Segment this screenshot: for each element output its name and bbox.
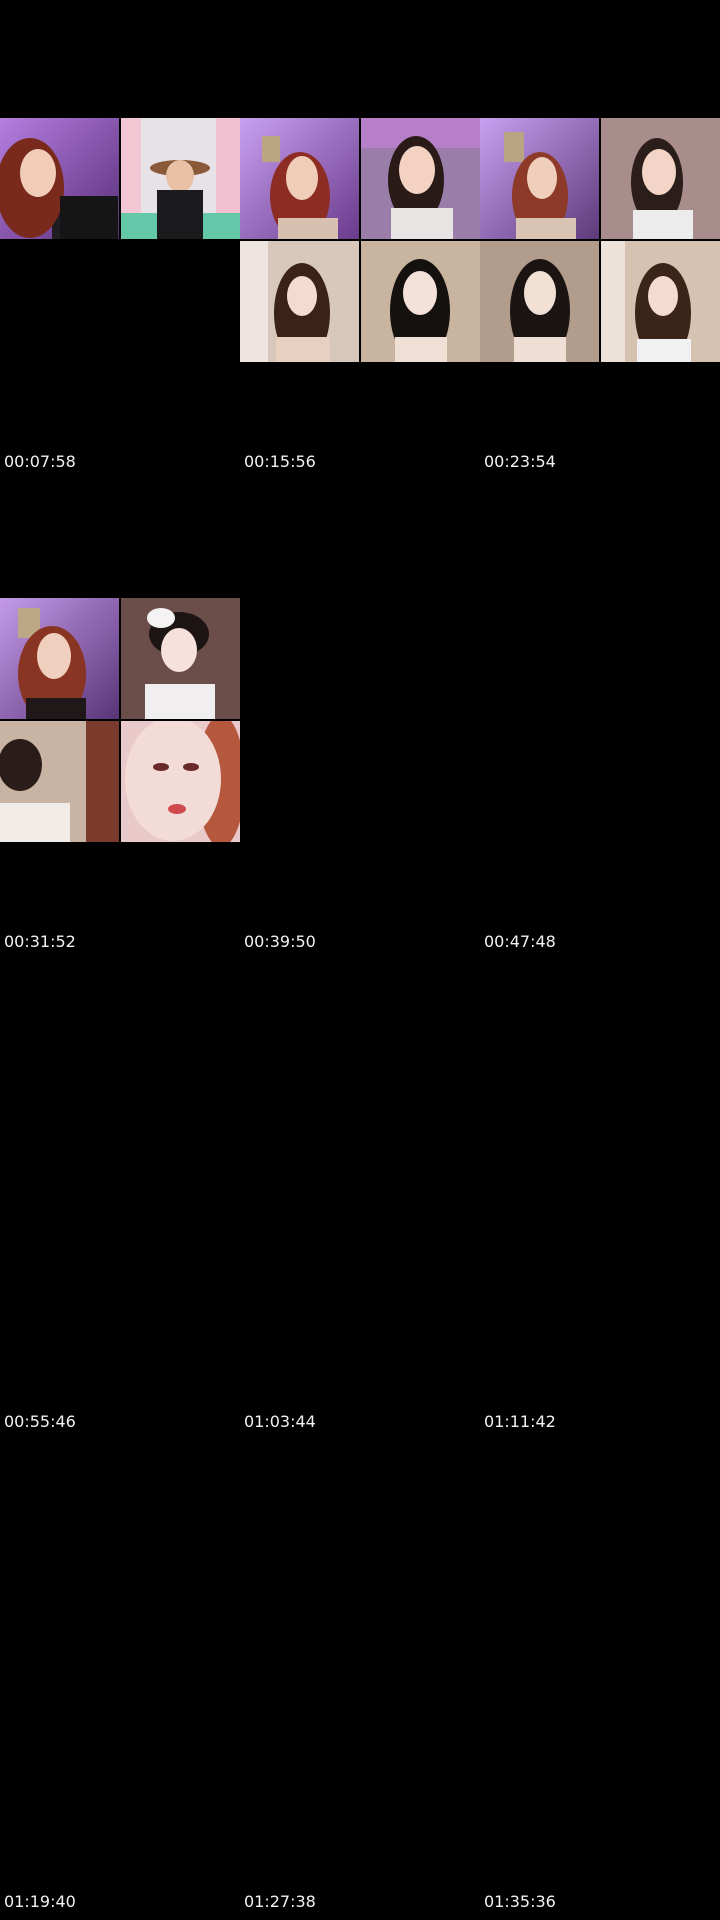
contact-sheet: 00:07:58 00:15:56 00:23:54 00:31:52 00:3… xyxy=(0,0,720,1920)
thumbnail-cell[interactable]: 01:11:42 xyxy=(480,960,720,1440)
video-frame-thumbnail[interactable] xyxy=(0,598,240,842)
frame-tile xyxy=(121,118,240,239)
thumbnail-cell[interactable]: 01:27:38 xyxy=(240,1440,480,1920)
frame-tile xyxy=(0,598,119,719)
frame-tile xyxy=(121,598,240,719)
frame-tile xyxy=(361,241,480,362)
thumbnail-cell[interactable]: 00:55:46 xyxy=(0,960,240,1440)
thumbnail-cell[interactable]: 00:07:58 xyxy=(0,0,240,480)
timestamp-label: 00:15:56 xyxy=(244,452,316,471)
thumbnail-cell[interactable]: 01:03:44 xyxy=(240,960,480,1440)
frame-tile xyxy=(601,118,720,239)
thumbnail-cell[interactable]: 00:15:56 xyxy=(240,0,480,480)
video-frame-thumbnail[interactable] xyxy=(240,118,480,362)
timestamp-label: 01:35:36 xyxy=(484,1892,556,1911)
frame-tile xyxy=(480,118,599,239)
thumbnail-cell[interactable]: 00:47:48 xyxy=(480,480,720,960)
thumbnail-cell[interactable]: 01:35:36 xyxy=(480,1440,720,1920)
timestamp-label: 01:19:40 xyxy=(4,1892,76,1911)
timestamp-label: 01:11:42 xyxy=(484,1412,556,1431)
timestamp-label: 00:39:50 xyxy=(244,932,316,951)
frame-tile xyxy=(121,241,240,362)
frame-tile xyxy=(240,241,359,362)
frame-tile xyxy=(480,241,599,362)
frame-tile xyxy=(121,721,240,842)
timestamp-label: 00:23:54 xyxy=(484,452,556,471)
frame-tile xyxy=(0,721,119,842)
frame-tile xyxy=(0,118,119,239)
timestamp-label: 01:27:38 xyxy=(244,1892,316,1911)
frame-tile xyxy=(361,118,480,239)
thumbnail-cell[interactable]: 00:39:50 xyxy=(240,480,480,960)
frame-tile xyxy=(601,241,720,362)
video-frame-thumbnail[interactable] xyxy=(480,118,720,362)
timestamp-label: 01:03:44 xyxy=(244,1412,316,1431)
frame-tile xyxy=(240,118,359,239)
thumbnail-cell[interactable]: 00:23:54 xyxy=(480,0,720,480)
timestamp-label: 00:31:52 xyxy=(4,932,76,951)
timestamp-label: 00:07:58 xyxy=(4,452,76,471)
timestamp-label: 00:47:48 xyxy=(484,932,556,951)
frame-tile xyxy=(0,241,119,362)
timestamp-label: 00:55:46 xyxy=(4,1412,76,1431)
video-frame-thumbnail[interactable] xyxy=(0,118,240,362)
thumbnail-cell[interactable]: 01:19:40 xyxy=(0,1440,240,1920)
thumbnail-cell[interactable]: 00:31:52 xyxy=(0,480,240,960)
